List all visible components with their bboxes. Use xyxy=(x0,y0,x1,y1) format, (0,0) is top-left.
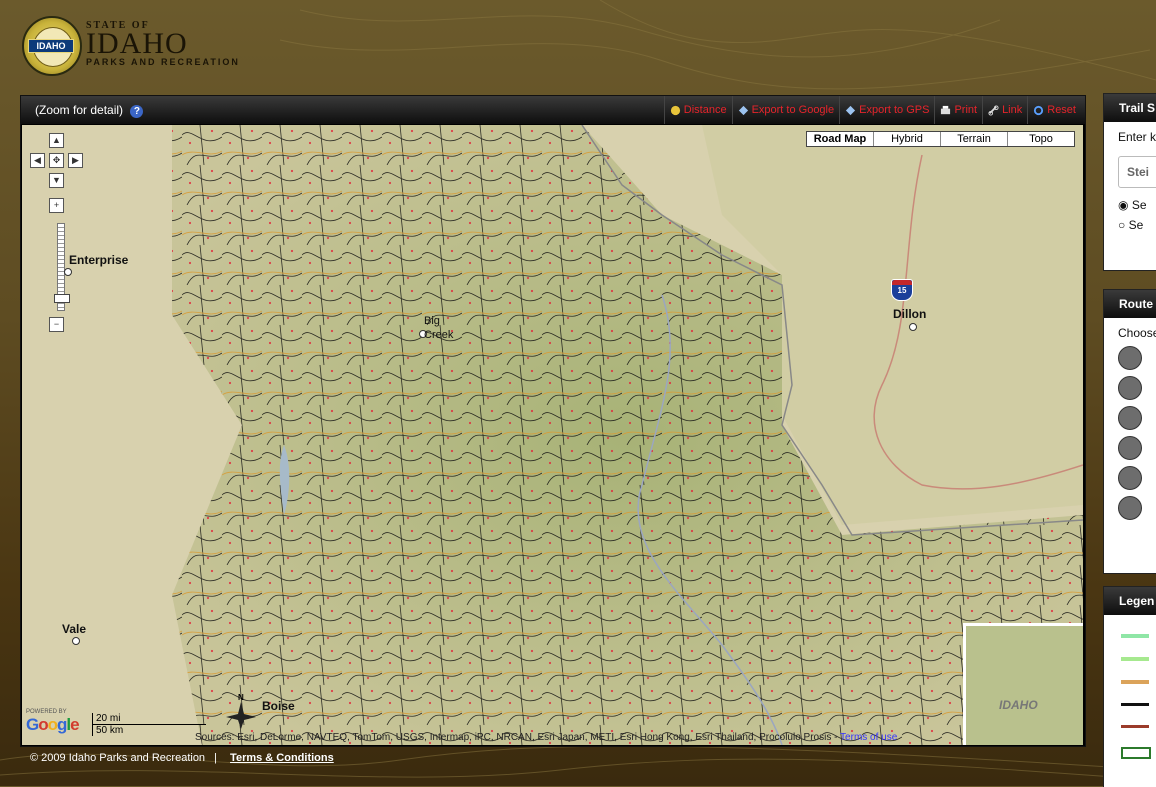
utv-icon[interactable] xyxy=(1118,436,1142,460)
compass-n: N xyxy=(238,693,244,702)
four-wheel-icon[interactable] xyxy=(1118,466,1142,490)
export-google-label: Export to Google xyxy=(751,104,835,116)
map-type-road[interactable]: Road Map xyxy=(807,132,873,146)
link-button[interactable]: Link xyxy=(982,96,1027,124)
map-toolbar: (Zoom for detail) ? Distance Export to G… xyxy=(21,96,1085,124)
map-sources: Sources: Esri, DeLorme, NAVTEQ, TomTom, … xyxy=(195,732,897,743)
pan-left-button[interactable]: ◀ xyxy=(30,153,45,168)
place-boise: Boise xyxy=(262,699,295,713)
search-option-1[interactable]: ◉ Se xyxy=(1118,198,1156,212)
idaho-parks-logo[interactable]: IDAHO xyxy=(22,16,82,76)
terms-conditions-link[interactable]: Terms & Conditions xyxy=(230,752,334,764)
footer: © 2009 Idaho Parks and Recreation | Term… xyxy=(30,752,334,764)
map-type-selector: Road Map Hybrid Terrain Topo xyxy=(806,131,1075,147)
scale-miles: 20 mi xyxy=(92,713,206,725)
dillon-marker xyxy=(909,323,917,331)
map-canvas[interactable] xyxy=(22,125,1083,745)
overview-inset-map[interactable]: IDAHO xyxy=(963,623,1083,745)
zoom-hint: (Zoom for detail) ? xyxy=(35,103,144,118)
zoom-out-button[interactable]: − xyxy=(49,317,64,332)
motorcycle-icon[interactable] xyxy=(1118,376,1142,400)
legend-title: Legen xyxy=(1104,587,1156,615)
distance-button[interactable]: Distance xyxy=(663,96,732,124)
place-enterprise: Enterprise xyxy=(69,253,129,267)
google-wordmark: Google xyxy=(26,715,80,734)
trail-map[interactable]: Road Map Hybrid Terrain Topo ▲ ◀ ✥ ▶ ▼ +… xyxy=(22,125,1083,745)
brand-title: IDAHO xyxy=(86,27,188,60)
logo-badge: IDAHO xyxy=(28,39,74,53)
zoom-in-button[interactable]: + xyxy=(49,198,64,213)
trail-search-prompt: Enter k xyxy=(1118,130,1156,144)
footer-separator: | xyxy=(214,752,217,764)
hiker-icon[interactable] xyxy=(1118,346,1142,370)
brand-subtitle: PARKS AND RECREATION xyxy=(86,57,240,67)
link-icon xyxy=(988,104,999,116)
legend-swatch-green xyxy=(1121,634,1149,638)
vale-marker xyxy=(72,637,80,645)
terms-of-use-link[interactable]: Terms of use xyxy=(840,732,897,743)
print-label: Print xyxy=(954,104,978,116)
search-option-2[interactable]: ○ Se xyxy=(1118,218,1156,232)
legend-panel: Legen xyxy=(1103,586,1156,787)
link-label: Link xyxy=(1002,104,1023,116)
copyright: © 2009 Idaho Parks and Recreation xyxy=(30,752,206,764)
map-scale: 20 mi 50 km xyxy=(92,713,206,736)
export-gps-label: Export to GPS xyxy=(859,104,930,116)
route-panel: Route Choose xyxy=(1103,289,1156,574)
snowmobile-icon[interactable] xyxy=(1118,496,1142,520)
ruler-icon xyxy=(670,105,680,115)
place-big: Big xyxy=(424,315,440,327)
compass-icon: N xyxy=(226,693,256,729)
place-dillon: Dillon xyxy=(893,307,927,321)
trail-search-input[interactable]: Stei xyxy=(1118,156,1156,188)
place-creek: Creek xyxy=(424,329,454,341)
legend-swatch-red xyxy=(1121,725,1149,728)
export-google-button[interactable]: Export to Google xyxy=(731,96,840,124)
place-vale: Vale xyxy=(62,622,87,636)
refresh-icon xyxy=(1034,105,1044,115)
enterprise-marker xyxy=(64,268,72,276)
reset-button[interactable]: Reset xyxy=(1027,96,1081,124)
scale-km: 50 km xyxy=(92,725,196,736)
export-gps-button[interactable]: Export to GPS xyxy=(839,96,934,124)
help-icon[interactable]: ? xyxy=(130,105,144,118)
zoom-hint-text: (Zoom for detail) xyxy=(35,103,124,117)
legend-swatch-black xyxy=(1121,703,1149,706)
export-icon xyxy=(738,105,748,115)
map-type-topo[interactable]: Topo xyxy=(1007,132,1074,146)
print-button[interactable]: Print xyxy=(934,96,982,124)
google-logo[interactable]: POWERED BY Google xyxy=(26,709,80,735)
route-title: Route xyxy=(1104,290,1156,318)
legend-swatch-orange xyxy=(1121,680,1149,684)
atv-icon[interactable] xyxy=(1118,406,1142,430)
pan-center-button[interactable]: ✥ xyxy=(49,153,64,168)
legend-swatch-area xyxy=(1121,747,1151,759)
zoom-slider-knob[interactable] xyxy=(54,294,70,303)
gps-export-icon xyxy=(846,105,856,115)
reset-label: Reset xyxy=(1047,104,1076,116)
pan-up-button[interactable]: ▲ xyxy=(49,133,64,148)
site-brand[interactable]: STATE OF IDAHO PARKS AND RECREATION xyxy=(86,20,240,67)
pan-right-button[interactable]: ▶ xyxy=(68,153,83,168)
sources-text: Sources: Esri, DeLorme, NAVTEQ, TomTom, … xyxy=(195,732,838,743)
interstate-shield: 15 xyxy=(891,279,913,301)
legend-swatch-lightgreen xyxy=(1121,657,1149,661)
map-type-terrain[interactable]: Terrain xyxy=(940,132,1007,146)
pan-down-button[interactable]: ▼ xyxy=(49,173,64,188)
map-panel: (Zoom for detail) ? Distance Export to G… xyxy=(20,95,1086,747)
inset-label: IDAHO xyxy=(999,698,1038,712)
printer-icon xyxy=(941,105,951,114)
route-prompt: Choose xyxy=(1118,326,1156,340)
map-type-hybrid[interactable]: Hybrid xyxy=(873,132,940,146)
trail-search-panel: Trail S Enter k Stei ◉ Se ○ Se xyxy=(1103,93,1156,271)
trail-search-title: Trail S xyxy=(1104,94,1156,122)
search-option-2-label: Se xyxy=(1128,218,1144,232)
search-option-1-label: Se xyxy=(1131,198,1147,212)
distance-label: Distance xyxy=(683,104,727,116)
map-tools: Distance Export to Google Export to GPS … xyxy=(663,96,1081,124)
